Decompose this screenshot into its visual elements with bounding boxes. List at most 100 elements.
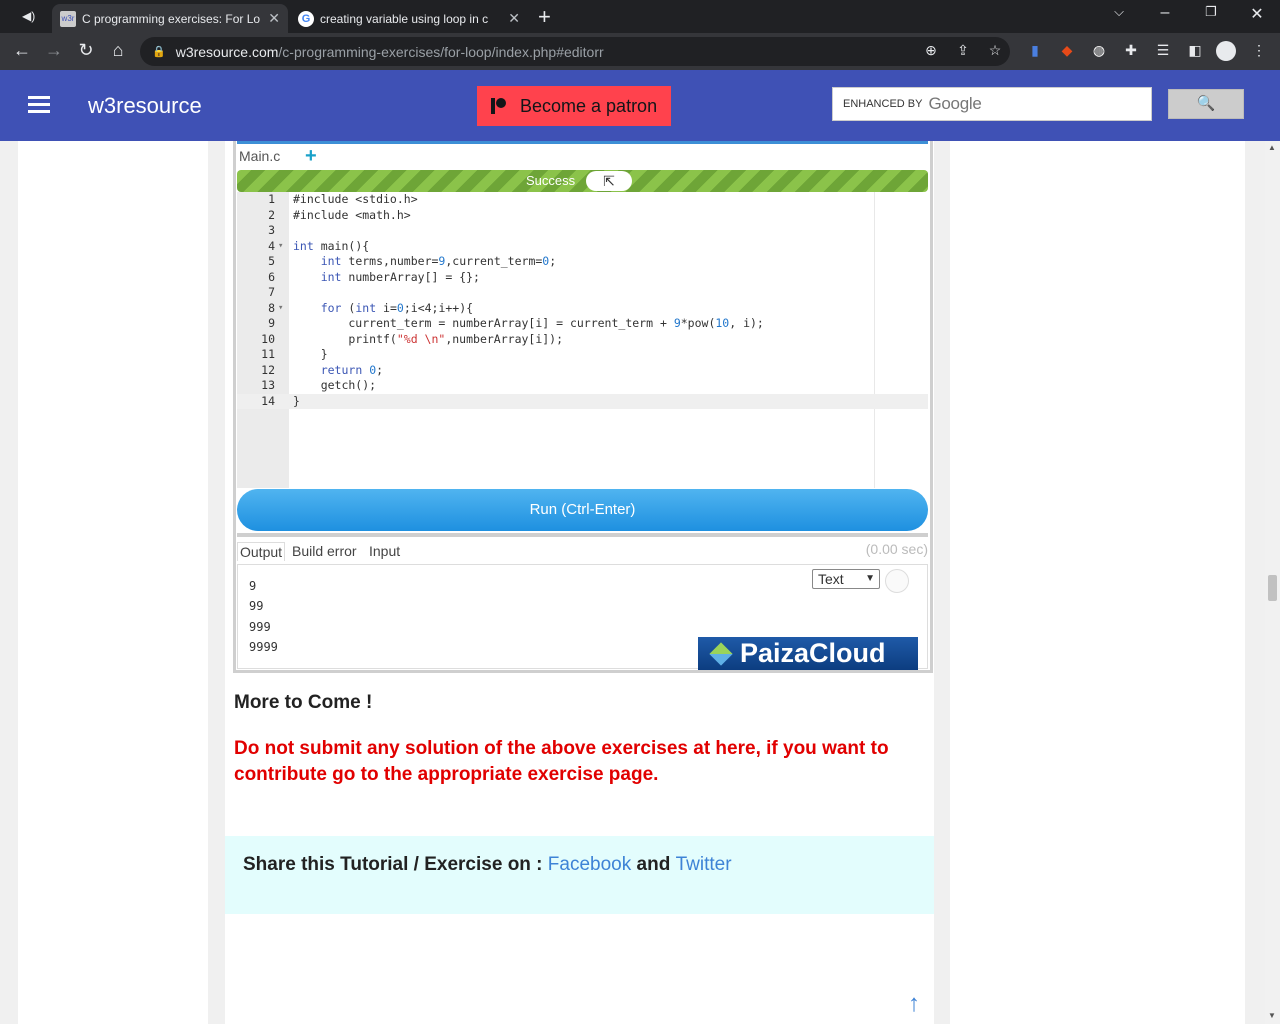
home-icon[interactable]: ⌂ bbox=[106, 40, 130, 61]
patron-label: Become a patron bbox=[520, 95, 658, 116]
share-icon[interactable]: ⇪ bbox=[954, 42, 972, 60]
reload-icon[interactable]: ↻ bbox=[74, 40, 98, 61]
extension-compass-icon[interactable]: ◍ bbox=[1090, 42, 1108, 60]
output-line: 9999 bbox=[249, 640, 278, 654]
file-tab-main-c[interactable]: Main.c bbox=[239, 148, 280, 164]
code-line[interactable]: 10 printf("%d \n",numberArray[i]); bbox=[237, 332, 928, 348]
twitter-link[interactable]: Twitter bbox=[676, 854, 732, 875]
profile-avatar[interactable] bbox=[1216, 41, 1236, 61]
tab-build-error[interactable]: Build error bbox=[290, 542, 359, 560]
line-number: 9 bbox=[268, 316, 275, 330]
code-text: int main(){ bbox=[293, 238, 370, 253]
address-bar[interactable]: 🔒 w3resource.com/c-programming-exercises… bbox=[140, 37, 1010, 66]
code-text: return 0; bbox=[320, 362, 384, 377]
paizacloud-logo[interactable]: PaizaCloud bbox=[698, 637, 918, 670]
code-line[interactable]: 8 ▾ for (int i=0;i<4;i++){ bbox=[237, 301, 928, 317]
search-input[interactable]: ENHANCED BY Google bbox=[832, 87, 1152, 121]
output-format-value: Text bbox=[818, 571, 844, 587]
scroll-up-arrow-icon[interactable]: ▲ bbox=[1268, 143, 1276, 152]
restore-icon[interactable]: ❐ bbox=[1196, 4, 1226, 20]
page-scrollbar[interactable]: ▲ ▼ bbox=[1265, 141, 1280, 1024]
tab-c-programming-exercises[interactable]: w3r C programming exercises: For Lo ✕ bbox=[52, 4, 288, 33]
lock-icon: 🔒 bbox=[152, 46, 166, 58]
code-text: printf("%d \n",numberArray[i]); bbox=[293, 331, 564, 346]
code-area[interactable]: 1 #include <stdio.h> 2 #include <math.h> 3 4 ▾… bbox=[237, 192, 928, 488]
output-panel: Text ▼ 9 99 999 9999 PaizaCloud bbox=[237, 564, 928, 670]
status-bar: Success ⇱ bbox=[237, 170, 928, 192]
code-line[interactable]: 2 #include <math.h> bbox=[237, 208, 928, 224]
left-sidebar-border bbox=[208, 141, 225, 1024]
output-format-select[interactable]: Text ▼ bbox=[812, 569, 880, 589]
share-code-icon[interactable]: ⇱ bbox=[586, 171, 632, 191]
close-window-icon[interactable]: ✕ bbox=[1242, 4, 1272, 24]
facebook-link[interactable]: Facebook bbox=[548, 854, 631, 875]
add-file-button[interactable]: + bbox=[305, 145, 317, 168]
hamburger-menu-icon[interactable] bbox=[28, 96, 50, 114]
code-line[interactable]: 11 } bbox=[237, 347, 928, 363]
code-line[interactable]: 9 current_term = numberArray[i] = curren… bbox=[237, 316, 928, 332]
code-text: int terms,number=9,current_term=0; bbox=[320, 254, 557, 268]
code-text: int numberArray[] = {}; bbox=[320, 269, 480, 284]
google-wordmark: Google bbox=[928, 94, 982, 113]
code-line[interactable]: 6 int numberArray[] = {}; bbox=[237, 270, 928, 286]
new-tab-button[interactable]: + bbox=[538, 4, 551, 30]
line-number: 3 bbox=[268, 223, 275, 237]
code-line[interactable]: 7 bbox=[237, 285, 928, 301]
extension-color-icon[interactable]: ◆ bbox=[1058, 42, 1076, 60]
reading-list-icon[interactable]: ☰ bbox=[1154, 42, 1172, 60]
code-line[interactable]: 5 int terms,number=9,current_term=0; bbox=[237, 254, 928, 270]
copy-output-icon[interactable] bbox=[885, 569, 909, 593]
code-text: getch(); bbox=[293, 378, 377, 392]
menu-kebab-icon[interactable]: ⋮ bbox=[1250, 42, 1268, 60]
line-number: 6 bbox=[268, 269, 275, 284]
scroll-to-top-icon[interactable]: ↑ bbox=[908, 990, 920, 1018]
tab-output[interactable]: Output bbox=[237, 542, 286, 561]
code-line[interactable]: 12 return 0; bbox=[237, 363, 928, 379]
editor-top-border bbox=[237, 141, 928, 144]
minimize-icon[interactable]: – bbox=[1150, 4, 1180, 22]
share-and: and bbox=[636, 854, 671, 875]
submission-warning: Do not submit any solution of the above … bbox=[234, 738, 889, 785]
speaker-icon[interactable]: ◀) bbox=[22, 9, 35, 23]
status-label: Success bbox=[526, 173, 576, 188]
code-line[interactable]: 13 getch(); bbox=[237, 378, 928, 394]
close-tab-icon[interactable]: ✕ bbox=[268, 10, 280, 27]
fold-arrow-icon[interactable]: ▾ bbox=[278, 301, 283, 317]
extension-blue-icon[interactable]: ▮ bbox=[1026, 42, 1044, 60]
share-text: Share this Tutorial / Exercise on : Face… bbox=[243, 854, 732, 876]
code-line[interactable]: 14} bbox=[237, 393, 928, 409]
back-icon[interactable]: ← bbox=[10, 40, 34, 61]
close-tab-icon[interactable]: ✕ bbox=[508, 10, 520, 27]
code-line[interactable]: 4 ▾ int main(){ bbox=[237, 239, 928, 255]
code-line[interactable]: 1 #include <stdio.h> bbox=[237, 192, 928, 208]
scrollbar-thumb[interactable] bbox=[1268, 575, 1277, 601]
fold-arrow-icon[interactable]: ▾ bbox=[278, 239, 283, 255]
right-gutter bbox=[1245, 141, 1265, 1024]
tab-title: C programming exercises: For Lo bbox=[82, 11, 261, 26]
zoom-icon[interactable]: ⊕ bbox=[922, 42, 940, 60]
run-button[interactable]: Run (Ctrl-Enter) bbox=[237, 489, 928, 531]
tab-creating-variable[interactable]: G creating variable using loop in c ✕ bbox=[290, 4, 528, 33]
become-a-patron-button[interactable]: Become a patron bbox=[477, 86, 671, 126]
output-line: 9 bbox=[249, 579, 257, 593]
share-prefix: Share this Tutorial / Exercise on : bbox=[243, 854, 543, 875]
site-logo-text[interactable]: w3resource bbox=[88, 93, 202, 119]
paiza-brand: PaizaCloud bbox=[740, 638, 886, 668]
editor-output-divider[interactable] bbox=[237, 533, 928, 537]
code-text: #include <math.h> bbox=[293, 207, 411, 222]
search-button[interactable]: 🔍 bbox=[1168, 89, 1244, 119]
puzzle-extensions-icon[interactable]: ✚ bbox=[1122, 42, 1140, 60]
side-panel-icon[interactable]: ◧ bbox=[1186, 42, 1204, 60]
w3r-favicon-icon: w3r bbox=[60, 10, 76, 27]
bookmark-star-icon[interactable]: ☆ bbox=[986, 42, 1004, 60]
line-number: 1 bbox=[268, 192, 275, 206]
tab-input[interactable]: Input bbox=[367, 542, 402, 560]
code-line[interactable]: 3 bbox=[237, 223, 928, 239]
line-number: 2 bbox=[268, 207, 275, 222]
tab-title: creating variable using loop in c bbox=[320, 11, 489, 26]
tab-search-icon[interactable]: ⌵ bbox=[1104, 4, 1134, 20]
scroll-down-arrow-icon[interactable]: ▼ bbox=[1268, 1011, 1276, 1020]
code-text: } bbox=[293, 347, 328, 361]
output-line: 99 bbox=[249, 599, 264, 613]
forward-icon[interactable]: → bbox=[42, 40, 66, 61]
